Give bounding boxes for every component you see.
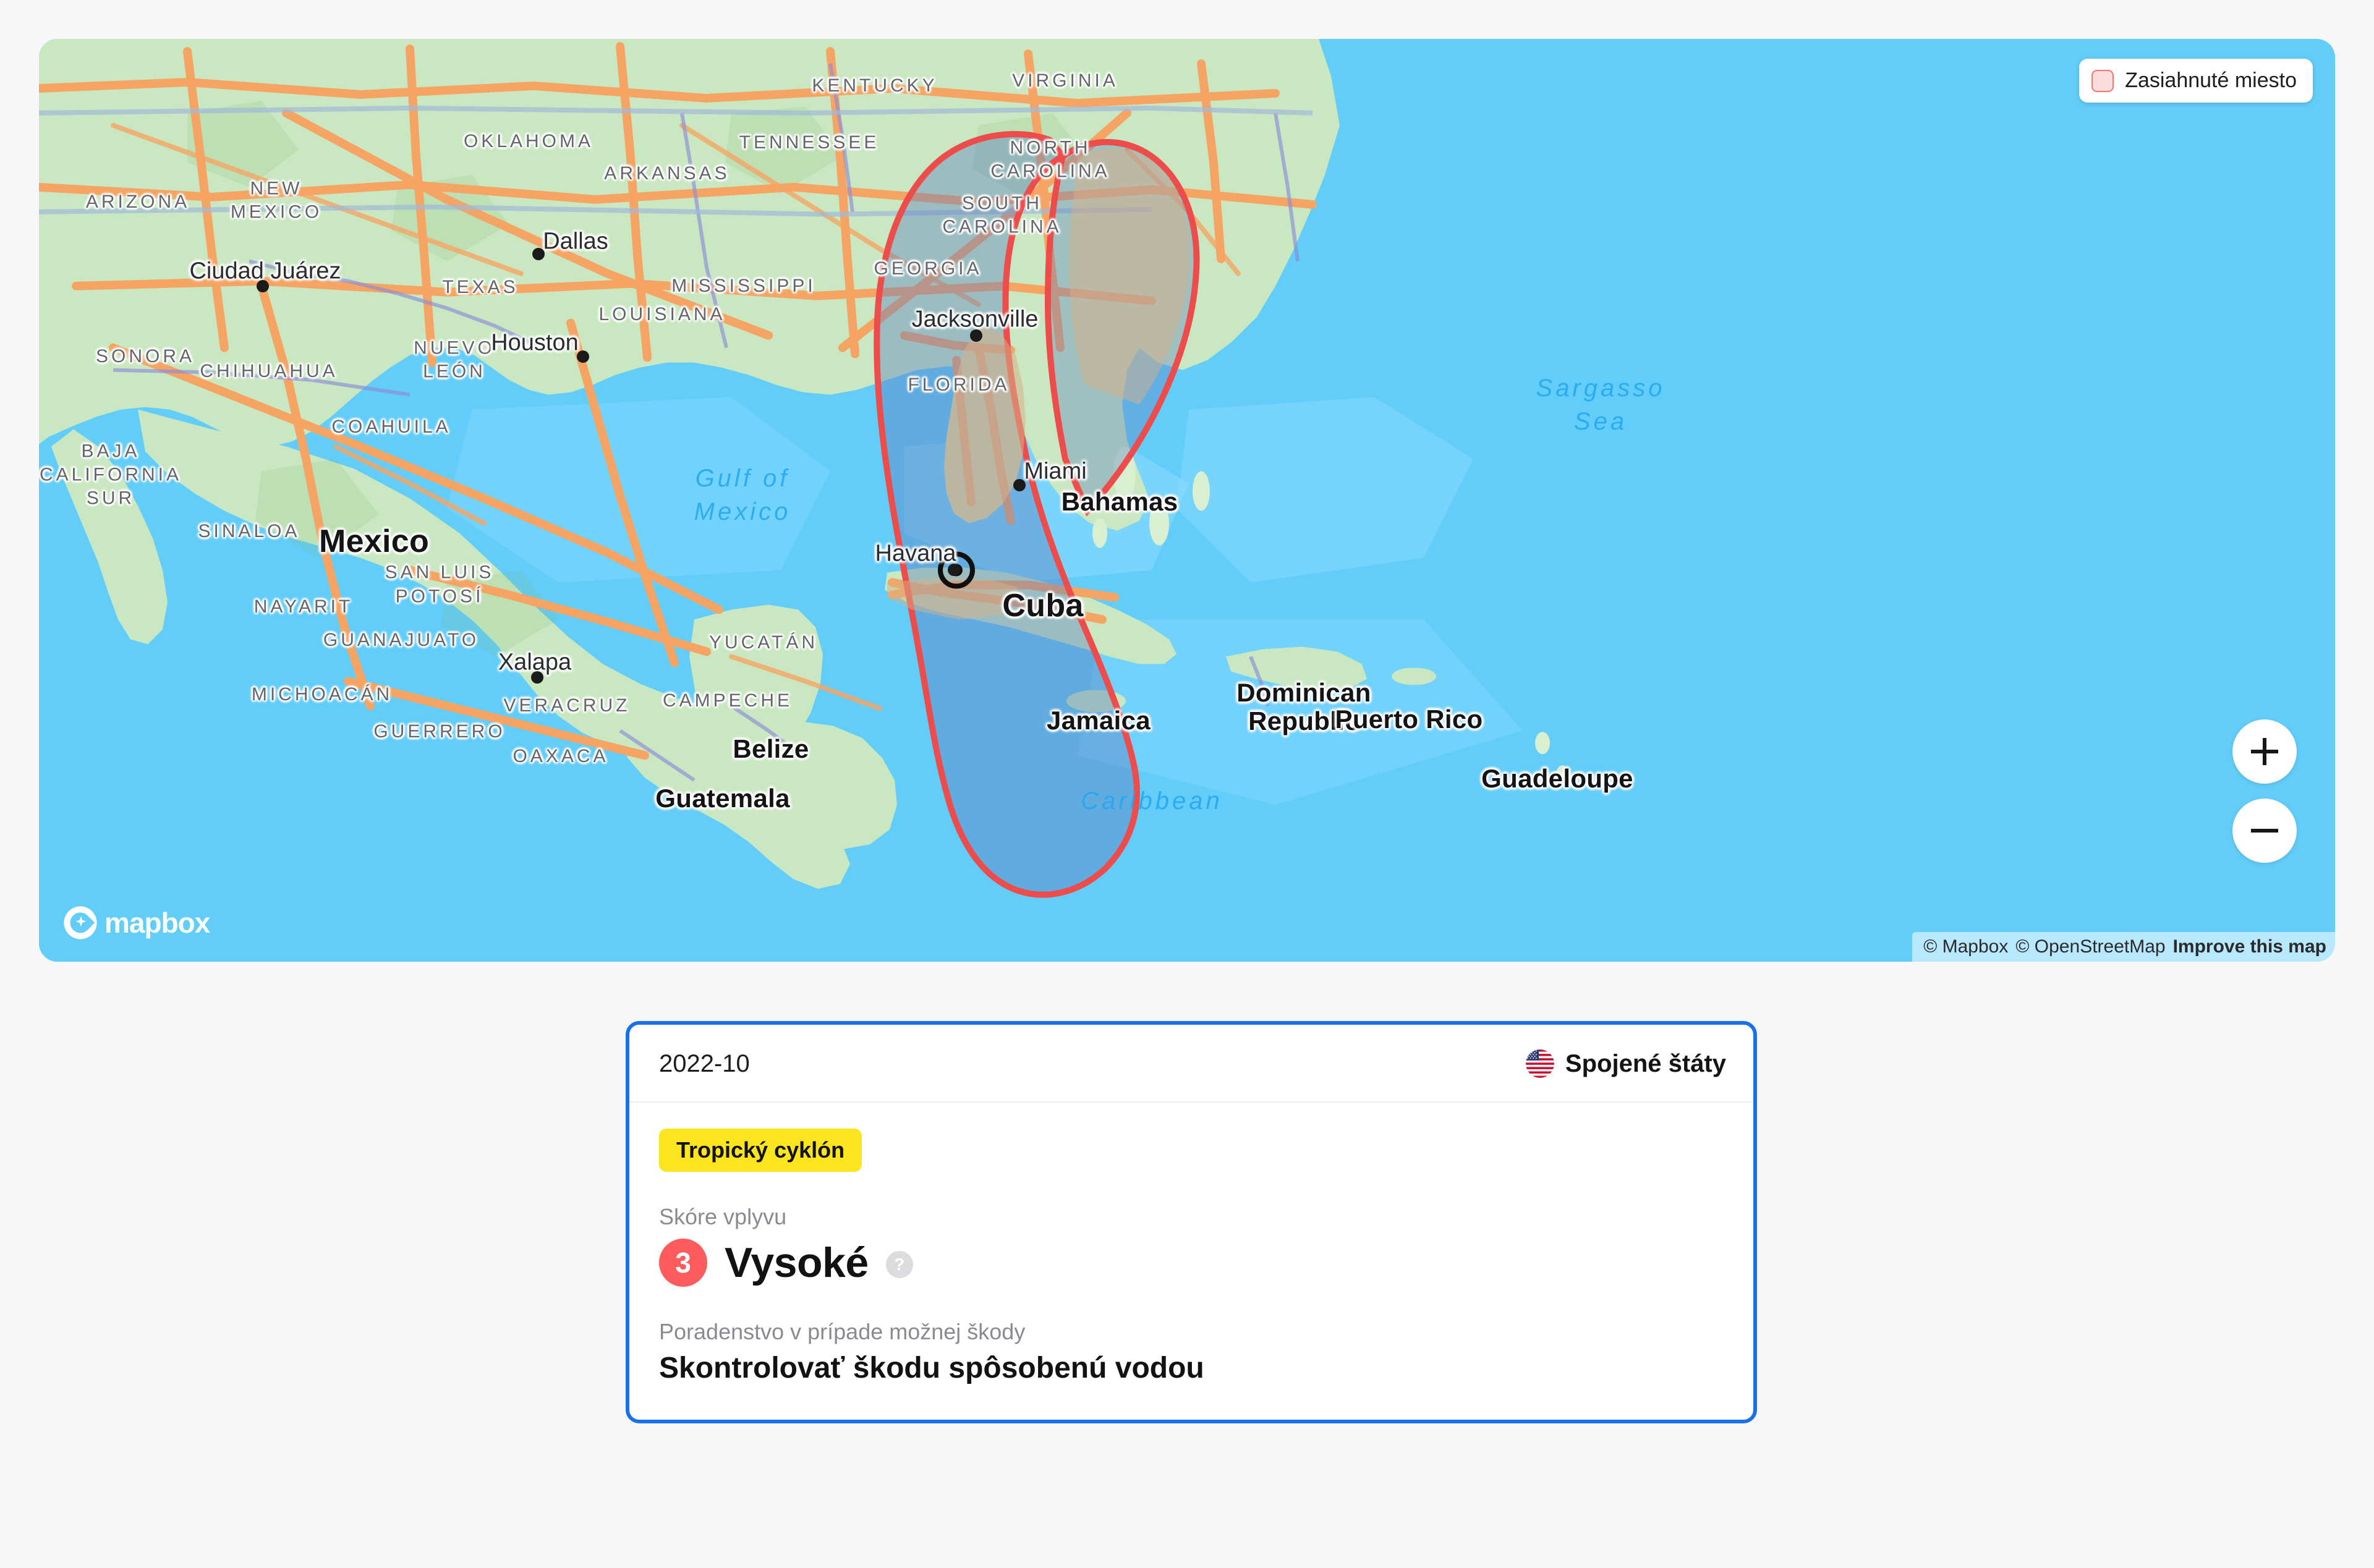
us-flag-icon	[1525, 1049, 1554, 1078]
map-city-dot	[532, 247, 545, 260]
country-badge: Spojené štáty	[1525, 1049, 1726, 1078]
hazard-type-badge: Tropický cyklón	[659, 1129, 862, 1172]
attribution-openstreetmap[interactable]: © OpenStreetMap	[2015, 936, 2165, 957]
map-city-dot	[531, 671, 543, 684]
attribution-improve-link[interactable]: Improve this map	[2173, 936, 2326, 957]
affected-area-swatch	[2091, 69, 2114, 92]
mapbox-wordmark: mapbox	[104, 907, 210, 939]
map-panel[interactable]: ARIZONA NEW MEXICO OKLAHOMA ARKANSAS TENNESS…	[39, 39, 2335, 962]
zoom-controls[interactable]	[2232, 719, 2297, 863]
zoom-in-button[interactable]	[2232, 719, 2297, 784]
advisory-label: Poradenstvo v prípade možnej škody	[659, 1319, 1026, 1344]
attribution-mapbox[interactable]: © Mapbox	[1923, 936, 2008, 957]
country-name: Spojené štáty	[1565, 1049, 1726, 1077]
map-city-dot	[257, 279, 269, 292]
map-city-dot	[948, 564, 960, 577]
impact-score-text: Vysoké	[725, 1239, 869, 1286]
event-card[interactable]: 2022-10 Spojené štáty Tropický cyklón Sk…	[626, 1021, 1757, 1423]
zoom-out-button[interactable]	[2232, 799, 2297, 863]
map-attribution[interactable]: © Mapbox © OpenStreetMap Improve this ma…	[1912, 932, 2335, 962]
card-body: Tropický cyklón Skóre vplyvu 3 Vysoké ? …	[629, 1103, 1753, 1420]
mapbox-logo[interactable]: mapbox	[62, 905, 210, 941]
impact-score-label: Skóre vplyvu	[659, 1204, 787, 1229]
mapbox-mark-icon	[64, 906, 97, 939]
question-mark-icon[interactable]: ?	[885, 1251, 913, 1278]
card-header: 2022-10 Spojené štáty	[629, 1025, 1753, 1103]
legend-label: Zasiahnuté miesto	[2125, 69, 2297, 92]
impact-score-row: 3 Vysoké ?	[659, 1239, 1724, 1287]
map-city-dot	[577, 350, 589, 363]
map-city-dot	[1013, 478, 1026, 491]
impact-score-number: 3	[659, 1239, 707, 1287]
map-city-dot	[970, 329, 982, 342]
advisory-value: Skontrolovať škodu spôsobenú vodou	[659, 1352, 1204, 1384]
event-date: 2022-10	[659, 1049, 750, 1077]
map-canvas	[39, 39, 2335, 962]
map-legend: Zasiahnuté miesto	[2079, 59, 2313, 103]
